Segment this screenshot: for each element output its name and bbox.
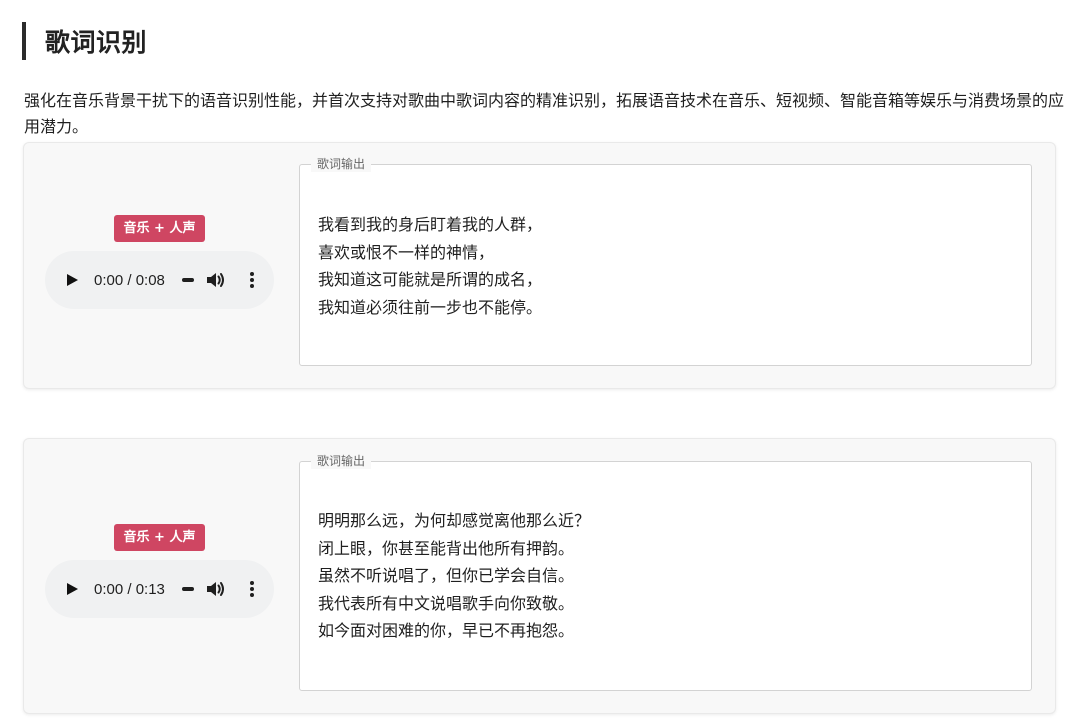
audio-column: 音乐 + 人声 0:00 / 0:13 (45, 524, 274, 618)
section-title: 歌词识别 (45, 28, 148, 57)
lyrics-output-box: 歌词输出 明明那么远，为何却感觉离他那么近？ 闭上眼，你甚至能背出他所有押韵。 … (299, 453, 1032, 691)
play-icon[interactable] (67, 583, 78, 595)
play-icon[interactable] (67, 274, 78, 286)
lyrics-text: 明明那么远，为何却感觉离他那么近？ 闭上眼，你甚至能背出他所有押韵。 虽然不听说… (318, 511, 591, 640)
section-description: 强化在音乐背景干扰下的语音识别性能，并首次支持对歌曲中歌词内容的精准识别，拓展语… (24, 91, 1065, 136)
progress-slider[interactable] (181, 587, 194, 591)
lyrics-output-label: 歌词输出 (311, 453, 372, 469)
audio-time: 0:00 / 0:08 (94, 271, 165, 289)
volume-icon[interactable] (206, 581, 226, 597)
more-options-icon[interactable] (249, 272, 254, 288)
audio-player[interactable]: 0:00 / 0:13 (45, 560, 274, 618)
audio-type-badge: 音乐 + 人声 (113, 524, 206, 551)
progress-slider[interactable] (181, 278, 194, 282)
lyrics-output-box: 歌词输出 我看到我的身后盯着我的人群， 喜欢或恨不一样的神情， 我知道这可能就是… (299, 156, 1032, 366)
lyrics-output-label: 歌词输出 (311, 156, 372, 172)
audio-player[interactable]: 0:00 / 0:08 (45, 251, 274, 309)
volume-icon[interactable] (206, 272, 226, 288)
audio-type-badge: 音乐 + 人声 (113, 215, 206, 242)
title-accent-bar (22, 22, 26, 60)
audio-column: 音乐 + 人声 0:00 / 0:08 (45, 215, 274, 309)
lyrics-text: 我看到我的身后盯着我的人群， 喜欢或恨不一样的神情， 我知道这可能就是所谓的成名… (318, 215, 543, 317)
audio-time: 0:00 / 0:13 (94, 580, 165, 598)
lyrics-demo-card: 音乐 + 人声 0:00 / 0:13 歌词输出 明明那么远，为何却感觉离他那么… (23, 438, 1056, 714)
section-header: 歌词识别 (22, 21, 147, 61)
more-options-icon[interactable] (249, 581, 254, 597)
lyrics-demo-card: 音乐 + 人声 0:00 / 0:08 歌词输出 我看到我的身后盯着我的人群， … (23, 142, 1056, 389)
